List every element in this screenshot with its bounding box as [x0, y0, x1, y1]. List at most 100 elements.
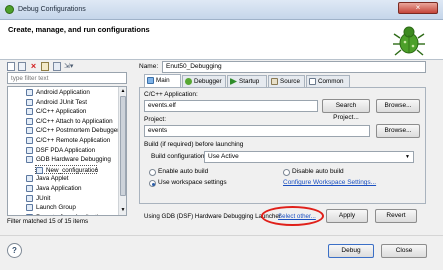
dialog-header: Create, manage, and run configurations	[0, 20, 443, 60]
tree-item[interactable]: C/C++ Remote Application	[26, 136, 126, 146]
tree-item[interactable]: GDB Hardware Debugging	[26, 155, 126, 165]
duplicate-config-icon[interactable]	[18, 62, 26, 71]
startup-tab-icon	[230, 78, 237, 85]
scroll-up-icon[interactable]: ▲	[120, 88, 126, 94]
use-workspace-label: Use workspace settings	[158, 179, 227, 186]
collapse-all-icon[interactable]	[53, 62, 61, 71]
tree-item[interactable]: New_configuration	[35, 164, 98, 175]
tree-list: Android Application Android JUnit Test C/C…	[26, 87, 126, 215]
build-before-label: Build (if required) before launching	[144, 141, 244, 148]
title-bar: Debug Configurations ×	[0, 0, 443, 20]
apply-button[interactable]: Apply	[326, 209, 368, 223]
name-label: Name:	[139, 63, 159, 70]
dialog-footer: ? Debug Close	[0, 235, 443, 270]
tree-item[interactable]: Java Application	[26, 184, 126, 194]
config-icon	[36, 166, 43, 174]
browse-app-button[interactable]: Browse...	[376, 99, 420, 113]
tab-debugger[interactable]: Debugger	[182, 75, 226, 87]
view-menu-icon[interactable]: ⇲▾	[64, 63, 78, 71]
project-field[interactable]: events	[144, 125, 370, 137]
close-button[interactable]: Close	[381, 244, 427, 258]
scroll-thumb[interactable]	[120, 96, 126, 196]
tree-item[interactable]: C/C++ Attach to Application	[26, 117, 126, 127]
tree-item[interactable]: Java Applet	[26, 174, 126, 184]
tab-debugger-label: Debugger	[194, 78, 222, 85]
tree-item-label: Android Application	[36, 89, 90, 96]
app-field[interactable]: events.elf	[144, 100, 318, 112]
search-project-button[interactable]: Search Project...	[322, 99, 370, 121]
tree-item[interactable]: Launch Group	[26, 203, 126, 213]
tab-source[interactable]: Source	[268, 75, 305, 87]
filter-config-icon[interactable]	[41, 62, 49, 71]
tree-item[interactable]: Remote Java Application	[26, 213, 126, 215]
tree-item-label: C/C++ Postmortem Debugger	[36, 127, 120, 135]
browse-project-button[interactable]: Browse...	[376, 124, 420, 138]
main-tab-icon	[147, 77, 154, 84]
build-config-label: Build configuration:	[151, 153, 207, 160]
tree-item-label: Java Application	[36, 185, 82, 192]
tree-item-label: Remote Java Application	[36, 213, 105, 215]
build-config-select[interactable]: Use Active ▼	[204, 151, 414, 163]
c-attach-icon	[26, 117, 33, 125]
disable-auto-label: Disable auto build	[292, 168, 344, 175]
tree-item[interactable]: C/C++ Postmortem Debugger	[26, 126, 126, 136]
c-app-icon	[26, 108, 33, 116]
tree-item[interactable]: JUnit	[26, 194, 126, 204]
debug-app-icon	[5, 5, 14, 14]
tab-main[interactable]: Main	[144, 74, 181, 87]
filter-status: Filter matched 15 of 15 items	[7, 218, 89, 225]
disable-auto-radio[interactable]	[283, 169, 290, 176]
junit-icon	[26, 194, 33, 202]
enable-auto-radio[interactable]	[149, 169, 156, 176]
chevron-down-icon: ▼	[405, 154, 410, 160]
debug-bug-icon	[393, 26, 425, 56]
tree-item-label: GDB Hardware Debugging	[36, 156, 111, 164]
c-postmortem-icon	[26, 127, 33, 135]
main-tab-panel: C/C++ Application: events.elf Search Pro…	[139, 87, 426, 204]
new-config-icon[interactable]	[7, 62, 15, 71]
help-icon: ?	[12, 246, 17, 255]
scroll-down-icon[interactable]: ▼	[120, 207, 126, 213]
close-window-button[interactable]: ×	[398, 2, 438, 14]
enable-auto-label: Enable auto build	[158, 168, 209, 175]
project-label: Project:	[144, 116, 167, 123]
java-applet-icon	[26, 175, 33, 183]
dialog-body: × ⇲▾ Android Application Android JUnit Te…	[0, 60, 443, 235]
tree-item-label: Java Applet	[36, 175, 69, 183]
header-heading: Create, manage, and run configurations	[8, 25, 150, 34]
tree-item[interactable]: C/C++ Application	[26, 107, 126, 117]
tree-scrollbar[interactable]: ▲ ▼	[118, 87, 126, 215]
c-remote-icon	[26, 137, 33, 144]
gdb-icon	[26, 156, 33, 164]
filter-input[interactable]	[7, 72, 127, 84]
app-label: C/C++ Application:	[144, 91, 198, 98]
revert-button[interactable]: Revert	[375, 209, 417, 223]
left-toolbar: × ⇲▾	[7, 61, 127, 72]
name-field[interactable]: Enut50_Debugging	[162, 61, 426, 73]
configure-workspace-link[interactable]: Configure Workspace Settings...	[283, 179, 376, 186]
tree-item-label: C/C++ Attach to Application	[36, 117, 113, 125]
tab-main-label: Main	[156, 77, 170, 84]
tree-item[interactable]: Android Application	[26, 88, 126, 98]
tree-item-label: C/C++ Remote Application	[36, 137, 111, 144]
debug-button[interactable]: Debug	[328, 244, 374, 258]
config-tree[interactable]: Android Application Android JUnit Test C/C…	[7, 86, 127, 216]
tree-item-label: DSF PDA Application	[36, 146, 96, 154]
tree-item[interactable]: Android JUnit Test	[26, 98, 126, 108]
tree-item-label: JUnit	[36, 194, 51, 202]
remote-java-icon	[26, 213, 33, 215]
tree-item-label: Launch Group	[36, 204, 76, 212]
common-tab-icon	[309, 78, 316, 85]
tab-common[interactable]: Common	[306, 75, 350, 87]
tab-startup[interactable]: Startup	[227, 75, 267, 87]
tree-item[interactable]: DSF PDA Application	[26, 146, 126, 156]
android-icon	[26, 89, 33, 96]
dsf-icon	[26, 146, 33, 154]
help-button[interactable]: ?	[7, 243, 22, 258]
build-config-value: Use Active	[208, 153, 239, 160]
delete-config-icon[interactable]: ×	[29, 61, 38, 71]
launch-group-icon	[26, 204, 33, 212]
use-workspace-radio[interactable]	[149, 180, 156, 187]
tab-source-label: Source	[280, 78, 300, 85]
highlight-circle	[261, 206, 324, 226]
